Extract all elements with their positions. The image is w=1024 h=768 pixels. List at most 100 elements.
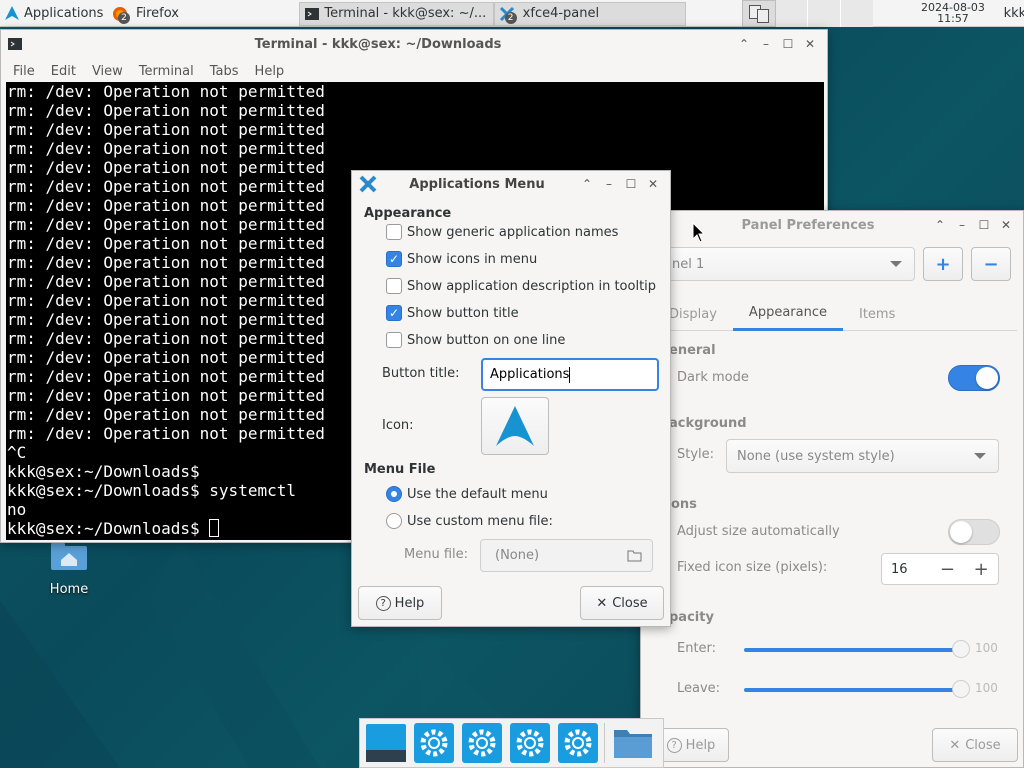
workspace-switcher[interactable] [742, 0, 874, 27]
minimize-button[interactable]: – [598, 177, 620, 191]
dark-mode-switch[interactable] [948, 365, 1000, 391]
gear-icon [558, 723, 598, 763]
launcher-settings-4[interactable] [556, 721, 600, 765]
background-style-value: None (use system style) [737, 448, 895, 464]
maximize-button[interactable]: ☐ [777, 37, 799, 51]
decrement-icon[interactable]: − [931, 559, 965, 580]
panel-preferences-window: Panel Preferences ⌃ – ☐ ✕ anel 1 + − Dis… [640, 210, 1024, 768]
icon-picker-button[interactable] [481, 397, 549, 455]
show-button-one-line-checkbox[interactable]: Show button on one line [386, 332, 565, 348]
home-folder-icon [51, 543, 87, 570]
maximize-button[interactable]: ☐ [973, 218, 995, 232]
menu-file[interactable]: File [13, 64, 35, 79]
user-menu[interactable]: kkk [1002, 0, 1024, 27]
terminal-icon [8, 38, 22, 50]
fixed-icon-size-spinner[interactable]: 16 − + [881, 553, 999, 585]
help-button[interactable]: ? Help [358, 586, 442, 620]
desktop-home-icon[interactable]: Home [38, 540, 100, 597]
terminal-line: rm: /dev: Operation not permitted [7, 82, 325, 101]
show-icons-checkbox[interactable]: ✓ Show icons in menu [386, 251, 537, 267]
show-desktop-icon [366, 724, 406, 762]
close-button[interactable]: ✕ Close [580, 586, 664, 620]
close-icon: ✕ [596, 595, 608, 611]
checkbox-box [386, 224, 402, 240]
button-title-value: Applications [490, 367, 570, 382]
launcher-file-manager[interactable] [611, 721, 655, 765]
taskbar-item-terminal[interactable]: Terminal - kkk@sex: ~/... [299, 1, 494, 26]
enter-opacity-slider-handle[interactable] [952, 640, 970, 658]
workspace-2[interactable] [775, 0, 809, 27]
menu-terminal[interactable]: Terminal [139, 64, 194, 79]
use-custom-menu-radio[interactable]: Use custom menu file: [386, 513, 553, 529]
checkbox-label: Show button title [407, 305, 519, 321]
maximize-button[interactable]: ☐ [620, 177, 642, 191]
shade-button[interactable]: ⌃ [576, 177, 598, 191]
taskbar-item-label: Firefox [135, 6, 179, 21]
menu-file-chooser[interactable]: (None) [480, 539, 653, 572]
gear-icon [462, 723, 502, 763]
taskbar-item-label: xfce4-panel [522, 6, 600, 21]
close-button[interactable]: ✕ [799, 37, 821, 51]
launcher-settings-1[interactable] [412, 721, 456, 765]
taskbar-item-firefox[interactable]: 2 Firefox [107, 2, 299, 26]
fixed-icon-size-label: Fixed icon size (pixels): [677, 560, 828, 575]
top-panel: Applications ☰ 2 Firefox Terminal - kkk@… [0, 0, 1024, 27]
checkbox-label: Show application description in tooltip [407, 278, 657, 294]
firefox-window-count: 2 [117, 11, 130, 24]
applications-menu-titlebar[interactable]: Applications Menu ⌃ – ☐ ✕ [352, 171, 670, 197]
remove-panel-label: − [983, 253, 999, 275]
dark-mode-label: Dark mode [677, 370, 749, 385]
show-desktop-button[interactable] [364, 721, 408, 765]
use-default-menu-radio[interactable]: Use the default menu [386, 486, 548, 502]
shade-button[interactable]: ⌃ [929, 218, 951, 232]
close-button[interactable]: ✕ Close [932, 728, 1018, 762]
background-style-select[interactable]: None (use system style) [726, 439, 999, 473]
terminal-icon [305, 7, 320, 20]
close-button[interactable]: ✕ [995, 218, 1017, 232]
clock[interactable]: 2024-08-03 11:57 [904, 0, 1001, 27]
gear-icon [414, 723, 454, 763]
add-panel-button[interactable]: + [923, 247, 963, 281]
terminal-titlebar[interactable]: Terminal - kkk@sex: ~/Downloads ⌃ – ☐ ✕ [1, 30, 827, 58]
menu-help[interactable]: Help [255, 64, 285, 79]
shade-button[interactable]: ⌃ [733, 37, 755, 51]
arch-logo-icon [496, 406, 534, 446]
close-label: Close [965, 737, 1001, 753]
increment-icon[interactable]: + [964, 559, 998, 580]
menu-edit[interactable]: Edit [51, 64, 76, 79]
menu-view[interactable]: View [92, 64, 123, 79]
menu-tabs[interactable]: Tabs [210, 64, 239, 79]
xfce-icon [359, 175, 377, 193]
show-generic-names-checkbox[interactable]: Show generic application names [386, 224, 618, 240]
button-title-input[interactable]: Applications [481, 358, 659, 391]
taskbar-item-label: Terminal - kkk@sex: ~/... [324, 6, 487, 21]
panel-select[interactable]: anel 1 [653, 247, 915, 281]
checkbox-box [386, 278, 402, 294]
adjust-size-switch[interactable] [948, 519, 1000, 545]
show-description-tooltip-checkbox[interactable]: Show application description in tooltip [386, 278, 656, 294]
leave-opacity-slider-handle[interactable] [952, 680, 970, 698]
checkbox-label: Show button on one line [407, 332, 566, 348]
workspace-4[interactable] [840, 0, 874, 27]
remove-panel-button[interactable]: − [971, 247, 1011, 281]
show-button-title-checkbox[interactable]: ✓ Show button title [386, 305, 519, 321]
radio-label: Use the default menu [407, 486, 548, 502]
minimize-button[interactable]: – [951, 218, 973, 232]
workspace-1[interactable] [742, 0, 776, 27]
minimize-button[interactable]: – [755, 37, 777, 51]
tab-appearance[interactable]: Appearance [732, 297, 843, 331]
applications-menu-button[interactable]: Applications ☰ [0, 0, 107, 27]
tab-items[interactable]: Items [843, 297, 911, 331]
folder-open-icon [627, 550, 642, 562]
help-button[interactable]: ? Help [653, 728, 729, 762]
workspace-3[interactable] [808, 0, 841, 27]
help-label: Help [394, 595, 425, 611]
close-button[interactable]: ✕ [642, 177, 664, 191]
taskbar-item-xfce4-panel[interactable]: 2 xfce4-panel [493, 1, 687, 26]
enter-opacity-slider[interactable] [744, 648, 960, 652]
launcher-settings-3[interactable] [508, 721, 552, 765]
help-icon: ? [666, 737, 682, 753]
xfce-icon: 2 [499, 6, 517, 24]
launcher-settings-2[interactable] [460, 721, 504, 765]
leave-opacity-slider[interactable] [744, 688, 960, 692]
